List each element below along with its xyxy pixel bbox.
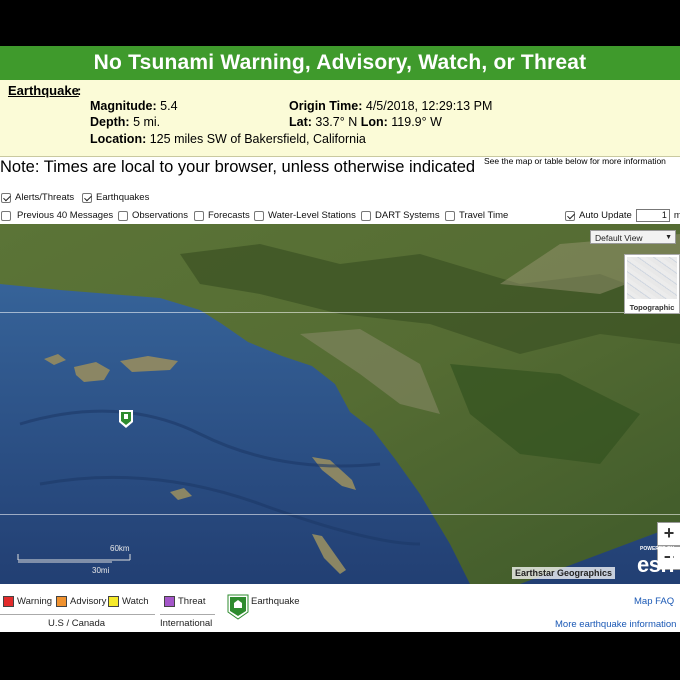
watch-swatch (108, 596, 119, 607)
legend-divider (0, 614, 155, 615)
map-grid-line (0, 514, 680, 515)
basemap-thumbnail (627, 257, 677, 299)
lat-label: Lat: (289, 115, 312, 129)
warning-swatch (3, 596, 14, 607)
observations-checkbox[interactable] (118, 210, 128, 221)
esri-logo[interactable]: esri (637, 552, 675, 578)
lon-value: 119.9° W (391, 115, 442, 129)
scale-mi-label: 30mi (92, 566, 110, 575)
observations-label: Observations (132, 210, 188, 221)
earthquake-icon (227, 594, 249, 620)
scale-km-label: 60km (110, 544, 130, 553)
auto-update-unit: min (673, 210, 680, 221)
map-view[interactable]: Default View ▼ Topographic + − 60km 30mi… (0, 224, 680, 584)
legend-advisory-label: Advisory (70, 596, 107, 607)
map-grid-line (0, 312, 680, 313)
water-level-label: Water-Level Stations (268, 210, 356, 221)
origin-time-row: Origin Time: 4/5/2018, 12:29:13 PM (289, 99, 492, 113)
legend-earthquake-label: Earthquake (251, 595, 300, 607)
origin-time-value: 4/5/2018, 12:29:13 PM (365, 99, 493, 113)
legend-divider (160, 614, 215, 615)
default-view-label: Default View (595, 233, 643, 243)
map-attribution: Earthstar Geographics (512, 567, 616, 579)
location-value: 125 miles SW of Bakersfield, California (149, 132, 366, 146)
default-view-select[interactable]: Default View ▼ (590, 230, 676, 244)
observations-toggle[interactable]: Observations (118, 210, 188, 221)
chevron-down-icon: ▼ (665, 234, 672, 241)
more-earthquake-info-link[interactable]: More earthquake information (555, 619, 676, 630)
lat-value: 33.7° N (315, 115, 358, 129)
basemap-toggle[interactable]: Topographic (624, 254, 680, 314)
tsunami-page: No Tsunami Warning, Advisory, Watch, or … (0, 46, 680, 632)
legend-earthquake: Earthquake (227, 594, 300, 620)
earthquake-info-box: Earthquake : Magnitude: 5.4 Depth: 5 mi.… (0, 80, 680, 157)
auto-update-interval-input[interactable]: 1 (635, 209, 670, 222)
origin-time-label: Origin Time: (289, 99, 363, 113)
legend-us-canada: U.S / Canada (48, 618, 106, 629)
alerts-threats-checkbox[interactable] (1, 192, 11, 203)
earthquakes-label: Earthquakes (96, 192, 150, 203)
legend-watch-label: Watch (122, 596, 149, 607)
legend-threat-label: Threat (178, 596, 206, 607)
map-legend: Warning Advisory Watch Threat Earthquake… (0, 584, 680, 632)
map-faq-link[interactable]: Map FAQ (634, 596, 674, 607)
location-row: Location: 125 miles SW of Bakersfield, C… (90, 132, 366, 146)
dart-systems-label: DART Systems (375, 210, 440, 221)
lon-label: Lon: (360, 115, 388, 129)
earthquakes-toggle[interactable]: Earthquakes (82, 192, 149, 203)
water-level-checkbox[interactable] (254, 210, 264, 221)
water-level-toggle[interactable]: Water-Level Stations (254, 210, 356, 221)
advisory-swatch (56, 596, 67, 607)
travel-time-checkbox[interactable] (445, 210, 455, 221)
earthquake-heading-colon: : (77, 83, 82, 98)
satellite-map-graphic (0, 224, 680, 584)
legend-warning-label: Warning (17, 596, 53, 607)
status-banner: No Tsunami Warning, Advisory, Watch, or … (0, 46, 680, 80)
magnitude-label: Magnitude: (90, 99, 157, 113)
earthquake-heading: Earthquake (8, 83, 79, 98)
legend-watch: Watch (108, 596, 149, 607)
alerts-threats-label: Alerts/Threats (15, 192, 75, 203)
travel-time-label: Travel Time (459, 210, 509, 221)
depth-label: Depth: (90, 115, 130, 129)
depth-value: 5 mi. (133, 115, 161, 129)
legend-advisory: Advisory (56, 596, 106, 607)
zoom-in-button[interactable]: + (657, 522, 680, 546)
magnitude-value: 5.4 (160, 99, 178, 113)
legend-international: International (160, 618, 213, 629)
alerts-threats-toggle[interactable]: Alerts/Threats (1, 192, 74, 203)
earthquakes-checkbox[interactable] (82, 192, 92, 203)
legend-threat: Threat (164, 596, 205, 607)
auto-update-checkbox[interactable] (565, 210, 575, 221)
forecasts-checkbox[interactable] (194, 210, 204, 221)
threat-swatch (164, 596, 175, 607)
timezone-note: Note: Times are local to your browser, u… (0, 158, 476, 176)
auto-update-toggle[interactable]: Auto Update 1 min (565, 209, 680, 222)
see-map-hint: See the map or table below for more info… (484, 156, 666, 166)
previous-messages-toggle[interactable]: Previous 40 Messages (1, 210, 113, 221)
depth-row: Depth: 5 mi. (90, 115, 160, 129)
auto-update-label: Auto Update (579, 210, 632, 221)
previous-messages-checkbox[interactable] (1, 210, 11, 221)
magnitude-row: Magnitude: 5.4 (90, 99, 178, 113)
legend-warning: Warning (3, 596, 52, 607)
lat-lon-row: Lat: 33.7° N Lon: 119.9° W (289, 115, 442, 129)
forecasts-label: Forecasts (208, 210, 250, 221)
dart-systems-toggle[interactable]: DART Systems (361, 210, 440, 221)
location-label: Location: (90, 132, 147, 146)
forecasts-toggle[interactable]: Forecasts (194, 210, 250, 221)
previous-messages-label: Previous 40 Messages (17, 210, 114, 221)
basemap-label: Topographic (629, 303, 675, 312)
dart-systems-checkbox[interactable] (361, 210, 371, 221)
travel-time-toggle[interactable]: Travel Time (445, 210, 508, 221)
